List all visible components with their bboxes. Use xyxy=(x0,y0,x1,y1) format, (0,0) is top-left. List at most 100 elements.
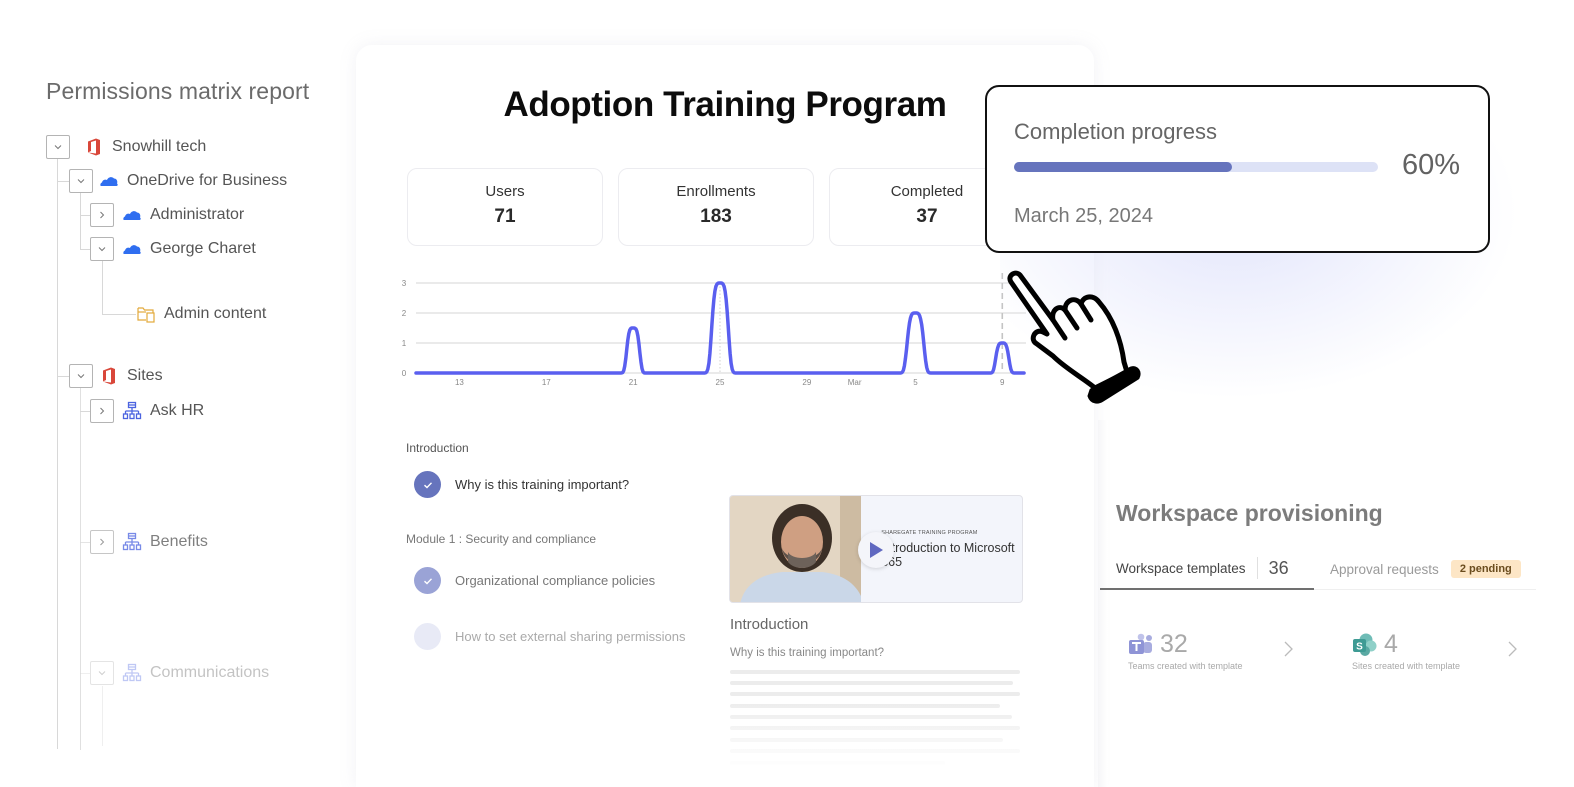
y-tick-label: 2 xyxy=(402,309,407,318)
video-thumbnail xyxy=(730,496,862,602)
chevron-down-icon xyxy=(77,179,85,184)
expand-toggle[interactable] xyxy=(46,135,70,159)
tree-node-label: Communications xyxy=(150,664,270,681)
chevron-down-icon xyxy=(98,671,106,676)
lesson-title: Why is this training important? xyxy=(455,477,630,492)
text-placeholder-line xyxy=(730,726,1020,730)
permissions-report-title: Permissions matrix report xyxy=(46,78,310,104)
tree-node-label: Snowhill tech xyxy=(112,138,207,155)
pointing-hand-icon xyxy=(1007,270,1141,404)
lesson-item[interactable]: How to set external sharing permissions xyxy=(414,623,686,650)
tree-connector xyxy=(57,376,69,377)
chevron-down-icon xyxy=(77,374,85,379)
sharepoint-icon: S xyxy=(1353,633,1377,656)
stat-label: Enrollments xyxy=(676,183,756,200)
current-lesson-section: Introduction xyxy=(730,616,809,633)
tree-node-label: Administrator xyxy=(150,206,245,223)
completion-progress-card: Completion progress 60% March 25, 2024 xyxy=(985,85,1490,253)
tab-approval-requests[interactable]: Approval requests 2 pending xyxy=(1330,548,1521,590)
tree-node-snowhill-tech[interactable]: Snowhill tech xyxy=(46,135,206,159)
pending-circle-icon xyxy=(414,623,441,650)
stat-card-enrollments: Enrollments 183 xyxy=(618,168,814,246)
tree-node-admin-content[interactable]: Admin content xyxy=(136,302,266,326)
expand-toggle[interactable] xyxy=(69,364,93,388)
play-button[interactable] xyxy=(858,532,894,568)
pending-badge: 2 pending xyxy=(1450,560,1521,578)
text-placeholder-line xyxy=(730,761,945,765)
tree-connector xyxy=(102,314,136,315)
tree-node-sites[interactable]: Sites xyxy=(69,364,163,388)
tree-connector xyxy=(57,159,58,749)
video-title: Introduction to Microsoft 365 xyxy=(881,541,1015,569)
text-placeholder-line xyxy=(730,704,1000,708)
video-player[interactable]: SHAREGATE TRAINING PROGRAM Introduction … xyxy=(729,495,1023,603)
tree-connector xyxy=(80,388,81,750)
completion-progress-title: Completion progress xyxy=(1014,119,1217,144)
x-tick-label: 17 xyxy=(542,378,551,387)
y-tick-label: 0 xyxy=(402,369,407,378)
completions-line-chart: 012313 17 21 25 29 Mar 5 9 xyxy=(402,273,1026,387)
workspace-provisioning-panel: Workspace provisioning Workspace templat… xyxy=(1098,480,1574,787)
text-placeholder-line xyxy=(730,738,1003,742)
expand-toggle[interactable] xyxy=(90,661,114,685)
onedrive-cloud-icon xyxy=(122,205,142,225)
completion-progress-bar xyxy=(1014,162,1378,172)
onedrive-cloud-icon xyxy=(122,239,142,259)
expand-toggle[interactable] xyxy=(69,169,93,193)
tree-connector xyxy=(80,673,90,674)
tree-node-label: Ask HR xyxy=(150,402,205,419)
tree-node-label: Admin content xyxy=(164,305,267,322)
expand-toggle[interactable] xyxy=(90,530,114,554)
chevron-right-icon xyxy=(100,538,105,546)
expand-toggle[interactable] xyxy=(90,203,114,227)
tree-node-george-charet[interactable]: George Charet xyxy=(90,237,256,261)
y-tick-label: 1 xyxy=(402,339,407,348)
lesson-item[interactable]: Organizational compliance policies xyxy=(414,567,655,594)
lesson-title: How to set external sharing permissions xyxy=(455,629,686,644)
training-program-title: Adoption Training Program xyxy=(503,85,947,124)
chevron-down-icon xyxy=(54,145,62,150)
chevron-down-icon xyxy=(98,247,106,252)
tree-connector xyxy=(80,542,90,543)
completion-date: March 25, 2024 xyxy=(1014,205,1153,227)
completion-percent: 60% xyxy=(1401,149,1460,181)
x-tick-label: 5 xyxy=(913,378,918,387)
x-tick-label: 29 xyxy=(802,378,811,387)
tab-label: Workspace templates xyxy=(1116,560,1246,576)
office-icon xyxy=(84,137,104,157)
tree-connector xyxy=(57,181,69,182)
completed-check-icon xyxy=(414,471,441,498)
tree-connector xyxy=(102,261,103,314)
chevron-right-icon[interactable] xyxy=(1506,640,1518,658)
adoption-training-panel: Adoption Training Program Users 71 Enrol… xyxy=(356,45,1094,787)
x-tick-label: 13 xyxy=(455,378,464,387)
office-icon xyxy=(99,366,119,386)
expand-toggle[interactable] xyxy=(90,237,114,261)
template-count: 36 xyxy=(1268,557,1289,578)
site-hierarchy-icon xyxy=(122,663,142,683)
text-placeholder-line xyxy=(730,715,1012,719)
tree-node-communications[interactable]: Communications xyxy=(90,661,269,685)
tree-node-onedrive[interactable]: OneDrive for Business xyxy=(69,169,287,193)
stat-value: 183 xyxy=(700,206,732,227)
chevron-right-icon xyxy=(100,407,105,415)
teams-icon xyxy=(1129,633,1152,654)
sites-created-stat[interactable]: S 4 Sites created with template xyxy=(1352,630,1552,682)
tree-node-benefits[interactable]: Benefits xyxy=(90,530,208,554)
tree-node-label: George Charet xyxy=(150,240,256,257)
teams-created-stat[interactable]: 32 Teams created with template xyxy=(1128,630,1328,682)
tree-node-ask-hr[interactable]: Ask HR xyxy=(90,399,204,423)
tab-workspace-templates[interactable]: Workspace templates 36 xyxy=(1100,548,1314,590)
tree-connector xyxy=(80,192,81,249)
stat-value: 32 xyxy=(1160,630,1188,658)
series-line-completions xyxy=(414,281,1026,375)
play-icon xyxy=(870,542,883,558)
tree-node-administrator[interactable]: Administrator xyxy=(90,203,244,227)
workspace-tabs: Workspace templates 36 Approval requests… xyxy=(1100,548,1536,590)
onedrive-cloud-icon xyxy=(99,171,119,191)
permissions-matrix-panel: Permissions matrix report Snowhill tech … xyxy=(0,0,350,787)
lesson-item[interactable]: Why is this training important? xyxy=(414,471,629,498)
chevron-right-icon[interactable] xyxy=(1282,640,1294,658)
tree-connector xyxy=(80,215,90,216)
expand-toggle[interactable] xyxy=(90,399,114,423)
